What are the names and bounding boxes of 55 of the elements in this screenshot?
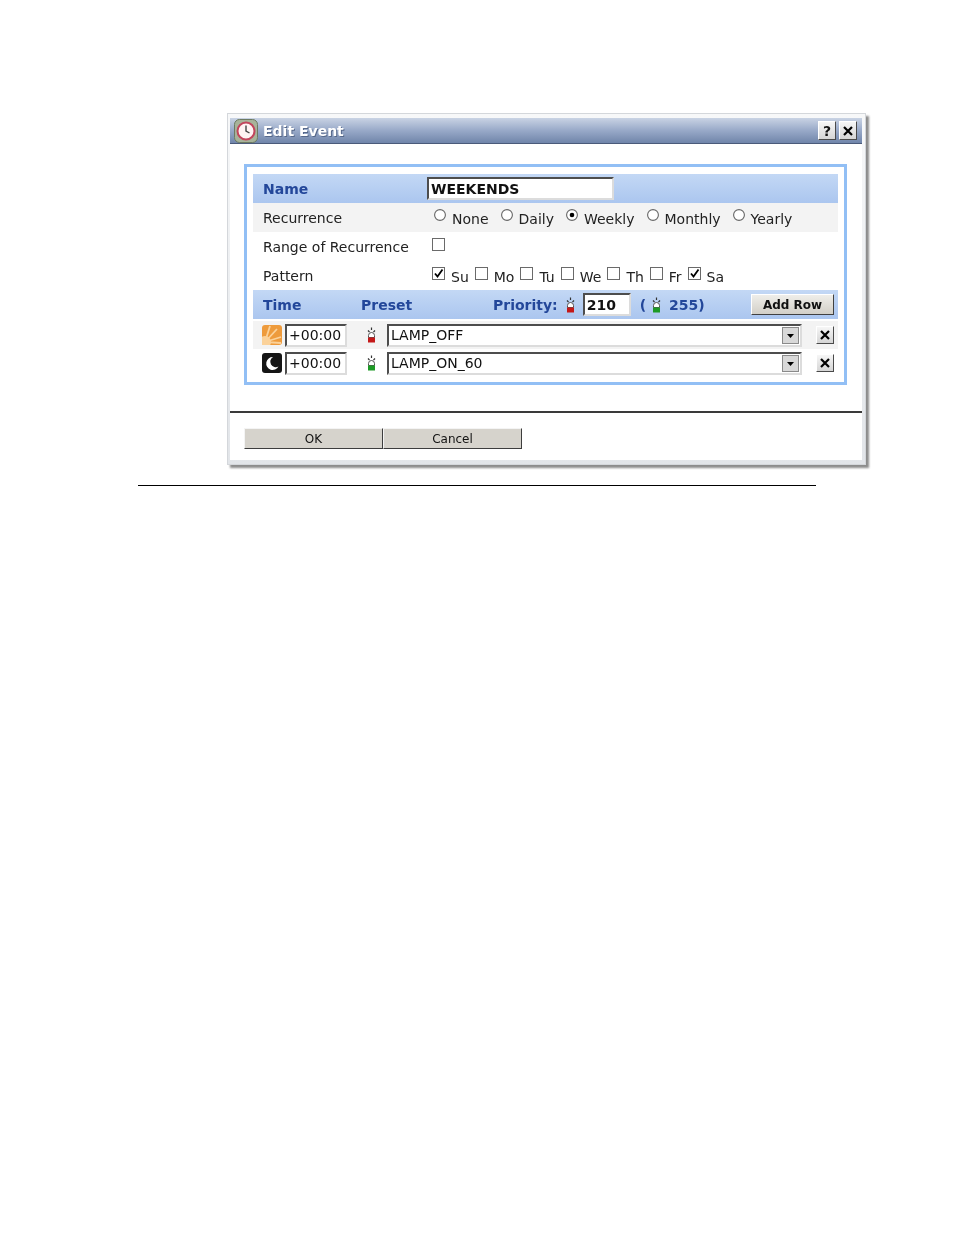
checkbox-label: Th xyxy=(626,268,644,285)
paren-text: ( xyxy=(639,296,647,313)
checkbox-label: Mo xyxy=(493,268,515,285)
radio-button[interactable] xyxy=(500,209,513,221)
radio-label: Daily xyxy=(518,210,554,227)
ok-button[interactable]: OK xyxy=(244,428,383,449)
checkbox-label: Su xyxy=(451,268,469,285)
moon-icon xyxy=(262,353,282,373)
radio-label: Weekly xyxy=(583,210,635,227)
field-label: Range of Recurrence xyxy=(262,238,410,255)
help-button[interactable]: ? xyxy=(818,121,836,140)
radio-label: Monthly xyxy=(664,210,721,227)
field-label: Recurrence xyxy=(262,209,344,226)
checkbox-label: Sa xyxy=(706,268,725,285)
checkbox[interactable] xyxy=(649,267,663,280)
checkbox[interactable] xyxy=(607,267,621,280)
field-label: Pattern xyxy=(262,267,315,284)
column-header: Preset xyxy=(361,296,414,313)
radio-label: Yearly xyxy=(750,210,793,227)
caret-icon xyxy=(782,354,799,372)
radio-label: None xyxy=(452,210,489,227)
close-icon xyxy=(843,125,853,136)
priority-field[interactable]: 210 xyxy=(582,293,631,316)
preset-select[interactable]: LAMP_ON_60 xyxy=(387,351,802,375)
radio-button[interactable] xyxy=(434,209,446,221)
radio-button[interactable] xyxy=(646,209,659,221)
priority-label: Priority: xyxy=(493,296,558,313)
radio-button[interactable] xyxy=(565,209,578,221)
close-button[interactable] xyxy=(839,121,857,140)
checkbox-label: We xyxy=(579,268,602,285)
window-title: Edit Event xyxy=(263,122,345,139)
radio-button[interactable] xyxy=(732,209,745,221)
checkbox[interactable] xyxy=(432,267,445,280)
field-label: Name xyxy=(262,180,310,197)
x-icon xyxy=(820,330,830,340)
x-icon xyxy=(820,358,830,368)
checkbox-label: Tu xyxy=(539,268,555,285)
cancel-button[interactable]: Cancel xyxy=(383,428,522,449)
name-field[interactable]: WEEKENDS xyxy=(427,177,614,200)
time-field[interactable]: +00:00 xyxy=(285,351,347,375)
preset-select[interactable]: LAMP_OFF xyxy=(387,323,802,347)
column-header: Time xyxy=(262,296,303,313)
checkbox[interactable] xyxy=(474,267,488,280)
time-field[interactable]: +00:00 xyxy=(285,323,347,347)
checkbox[interactable] xyxy=(432,238,445,251)
delete-button[interactable] xyxy=(816,326,834,344)
delete-button[interactable] xyxy=(816,354,834,372)
max-priority-text: 255) xyxy=(669,296,705,313)
checkbox[interactable] xyxy=(520,267,534,280)
sun-icon xyxy=(262,325,282,345)
checkbox-label: Fr xyxy=(668,268,682,285)
checkbox[interactable] xyxy=(687,267,701,280)
checkbox[interactable] xyxy=(560,267,574,280)
caret-icon xyxy=(782,326,799,344)
add-row-button[interactable]: Add Row xyxy=(751,294,834,315)
